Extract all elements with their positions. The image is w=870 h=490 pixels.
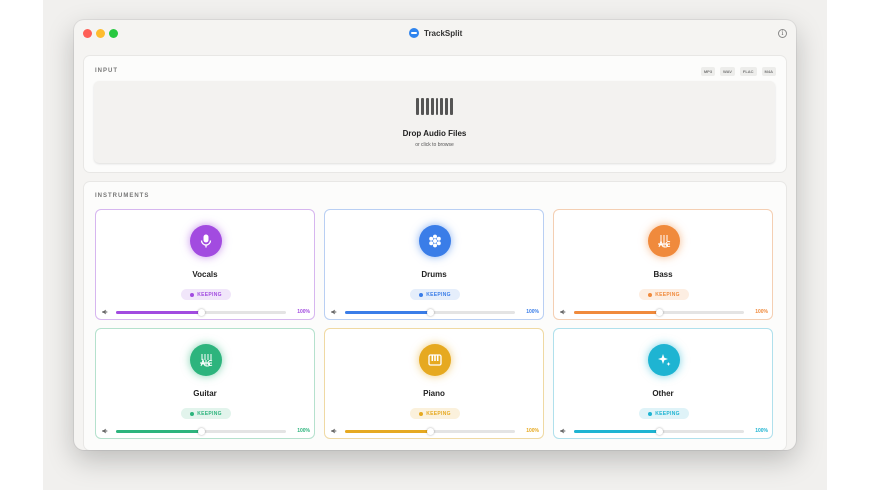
instrument-card-piano[interactable]: Piano KEEPING 100% xyxy=(324,328,544,439)
volume-slider-fill xyxy=(574,430,659,433)
input-panel: INPUT MP3 WAV FLAC M4A Drop Audio Files … xyxy=(84,56,786,172)
volume-slider[interactable] xyxy=(345,309,515,316)
volume-slider-fill xyxy=(116,311,201,314)
waveform-icon xyxy=(416,98,453,115)
volume-percent: 100% xyxy=(297,428,310,434)
status-dot xyxy=(190,411,195,416)
instrument-card-guitar[interactable]: Guitar KEEPING 100% xyxy=(95,328,315,439)
volume-control: 100% xyxy=(331,308,539,316)
volume-slider[interactable] xyxy=(116,428,286,435)
format-badge: FLAC xyxy=(739,67,757,76)
instrument-card-bass[interactable]: Bass KEEPING 100% xyxy=(553,209,773,320)
volume-slider-fill xyxy=(116,430,201,433)
drop-zone-subtitle: or click to browse xyxy=(415,142,454,148)
status-dot xyxy=(648,292,653,297)
microphone-icon xyxy=(190,225,222,257)
keeping-status-badge[interactable]: KEEPING xyxy=(181,408,231,419)
volume-slider[interactable] xyxy=(574,309,744,316)
volume-slider-thumb[interactable] xyxy=(656,428,663,435)
app-window: TrackSplit i INPUT MP3 WAV FLAC M4A Drop… xyxy=(74,20,796,450)
info-icon[interactable]: i xyxy=(778,29,787,38)
bass-guitar-icon xyxy=(648,225,680,257)
volume-percent: 100% xyxy=(755,428,768,434)
keeping-status-badge[interactable]: KEEPING xyxy=(639,408,689,419)
status-dot xyxy=(419,411,424,416)
volume-slider-thumb[interactable] xyxy=(198,309,205,316)
piano-icon xyxy=(419,344,451,376)
volume-control: 100% xyxy=(102,427,310,435)
keeping-status-badge[interactable]: KEEPING xyxy=(410,408,460,419)
instrument-name: Other xyxy=(652,389,674,398)
volume-control: 100% xyxy=(560,427,768,435)
volume-slider-thumb[interactable] xyxy=(427,309,434,316)
speaker-icon xyxy=(331,309,337,315)
guitar-icon xyxy=(190,344,222,376)
volume-control: 100% xyxy=(102,308,310,316)
zoom-window-button[interactable] xyxy=(109,29,118,38)
sparkles-icon xyxy=(648,344,680,376)
volume-slider[interactable] xyxy=(574,428,744,435)
volume-slider-fill xyxy=(345,430,430,433)
format-badge: MP3 xyxy=(700,67,716,76)
drum-icon xyxy=(419,225,451,257)
volume-slider-thumb[interactable] xyxy=(198,428,205,435)
instruments-panel: INSTRUMENTS Vocals KEEPING 100% Drums KEEPIN… xyxy=(84,182,786,450)
supported-formats: MP3 WAV FLAC M4A xyxy=(700,67,776,76)
speaker-icon xyxy=(331,428,337,434)
app-title: TrackSplit xyxy=(424,28,463,38)
speaker-icon xyxy=(560,428,566,434)
title-bar: TrackSplit i xyxy=(74,20,796,48)
instrument-card-drums[interactable]: Drums KEEPING 100% xyxy=(324,209,544,320)
instrument-name: Piano xyxy=(423,389,445,398)
volume-slider-fill xyxy=(345,311,430,314)
volume-slider-thumb[interactable] xyxy=(656,309,663,316)
speaker-icon xyxy=(560,309,566,315)
keeping-status-badge[interactable]: KEEPING xyxy=(181,289,231,300)
window-title: TrackSplit xyxy=(409,28,462,38)
keeping-status-badge[interactable]: KEEPING xyxy=(639,289,689,300)
volume-percent: 100% xyxy=(526,428,539,434)
speaker-icon xyxy=(102,428,108,434)
volume-control: 100% xyxy=(560,308,768,316)
volume-slider-fill xyxy=(574,311,659,314)
status-dot xyxy=(648,411,653,416)
status-dot xyxy=(419,292,424,297)
instrument-name: Vocals xyxy=(192,270,218,279)
close-window-button[interactable] xyxy=(83,29,92,38)
status-label: KEEPING xyxy=(655,291,680,298)
volume-percent: 100% xyxy=(526,309,539,315)
audio-drop-zone[interactable]: Drop Audio Files or click to browse xyxy=(94,81,775,163)
instrument-card-other[interactable]: Other KEEPING 100% xyxy=(553,328,773,439)
volume-slider[interactable] xyxy=(345,428,515,435)
instrument-card-vocals[interactable]: Vocals KEEPING 100% xyxy=(95,209,315,320)
app-logo-icon xyxy=(409,28,419,38)
instrument-name: Bass xyxy=(653,270,673,279)
status-label: KEEPING xyxy=(197,410,222,417)
format-badge: WAV xyxy=(720,67,735,76)
speaker-icon xyxy=(102,309,108,315)
volume-percent: 100% xyxy=(755,309,768,315)
status-dot xyxy=(190,292,195,297)
input-section-label: INPUT xyxy=(95,68,118,74)
status-label: KEEPING xyxy=(426,291,451,298)
instruments-section-label: INSTRUMENTS xyxy=(95,193,150,199)
keeping-status-badge[interactable]: KEEPING xyxy=(410,289,460,300)
volume-control: 100% xyxy=(331,427,539,435)
format-badge: M4A xyxy=(761,67,776,76)
status-label: KEEPING xyxy=(655,410,680,417)
instrument-name: Guitar xyxy=(193,389,217,398)
volume-slider[interactable] xyxy=(116,309,286,316)
status-label: KEEPING xyxy=(197,291,222,298)
status-label: KEEPING xyxy=(426,410,451,417)
minimize-window-button[interactable] xyxy=(96,29,105,38)
volume-percent: 100% xyxy=(297,309,310,315)
instrument-name: Drums xyxy=(421,270,447,279)
volume-slider-thumb[interactable] xyxy=(427,428,434,435)
drop-zone-title: Drop Audio Files xyxy=(402,129,467,138)
